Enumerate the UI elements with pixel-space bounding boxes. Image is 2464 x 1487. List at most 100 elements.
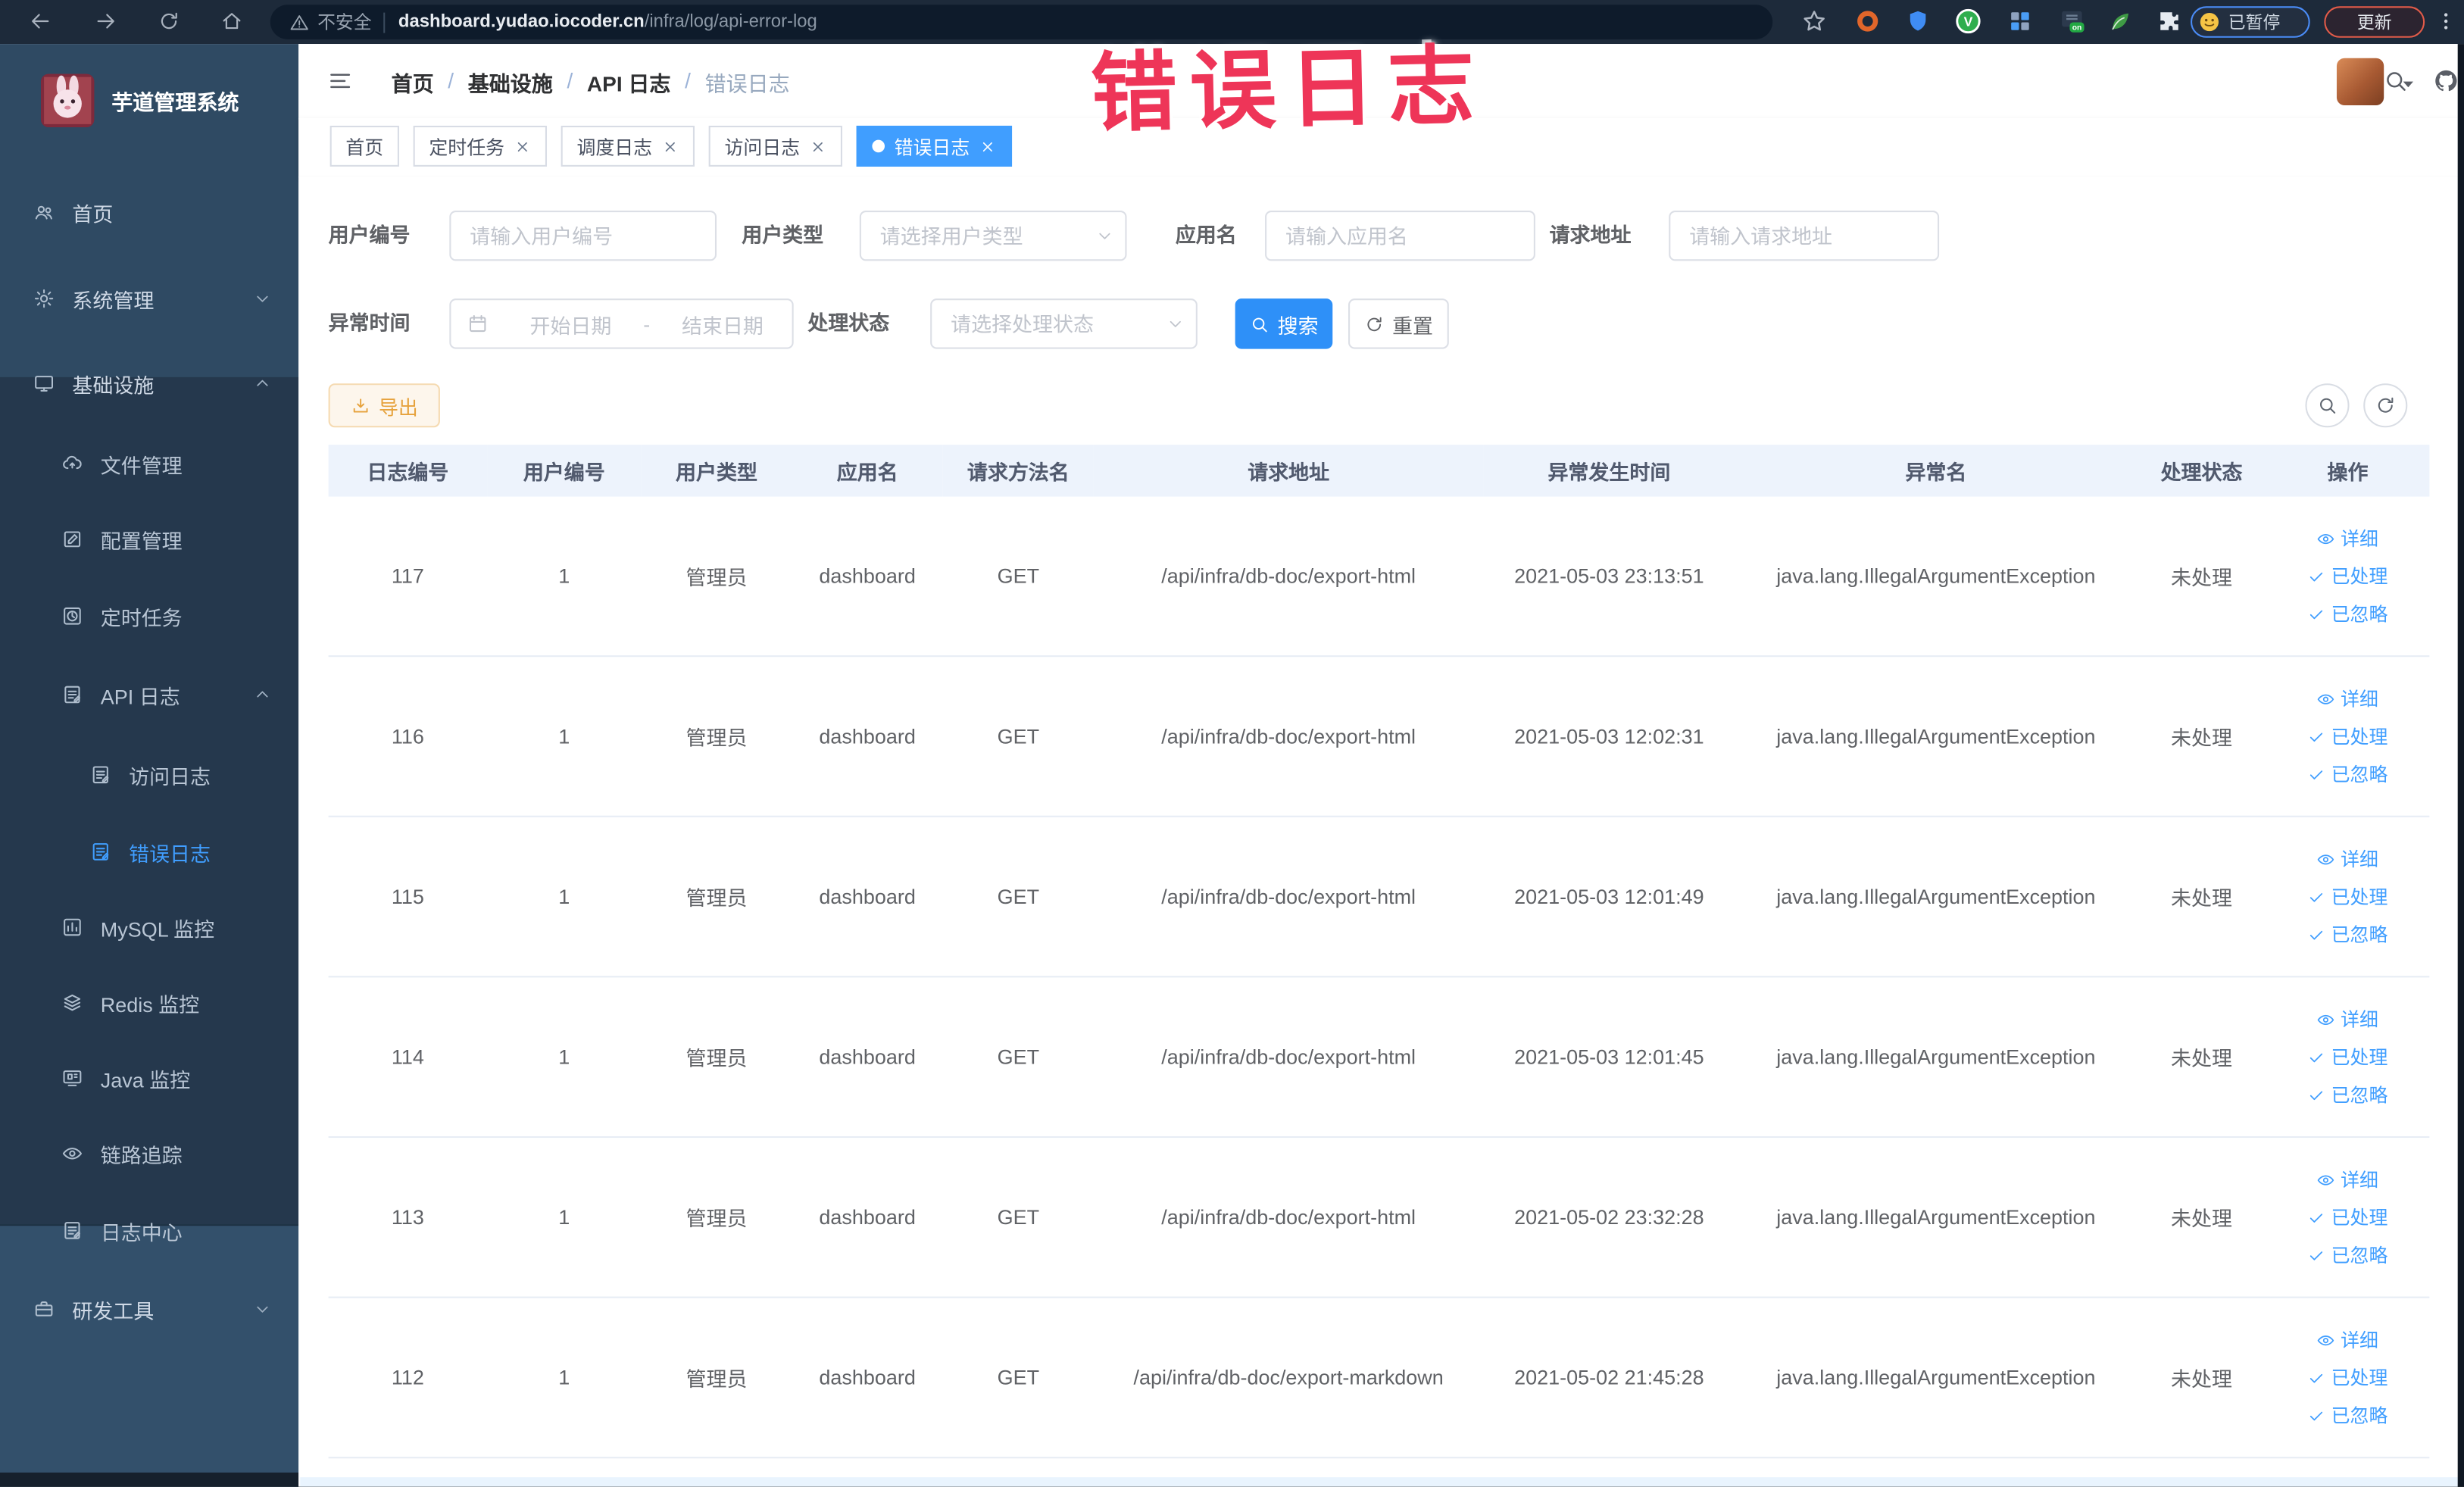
action-link-ignored[interactable]: 已忽略: [2308, 761, 2387, 787]
check-icon: [2308, 1406, 2327, 1425]
action-link-ignored[interactable]: 已忽略: [2308, 1242, 2387, 1268]
monitor-icon: [33, 373, 55, 395]
sidebar-item-2[interactable]: 系统管理: [0, 267, 298, 330]
sidebar-item-label: 系统管理: [72, 288, 155, 312]
action-link-detail[interactable]: 详细: [2317, 1326, 2378, 1353]
browser-reload-icon[interactable]: [157, 9, 180, 33]
tab-4[interactable]: 访问日志: [708, 125, 843, 167]
action-link-processed[interactable]: 已处理: [2308, 1204, 2387, 1230]
sidebar-logo[interactable]: 芋道管理系统: [0, 57, 298, 145]
sidebar-item-6[interactable]: 定时任务: [0, 585, 298, 648]
bookmark-star-icon[interactable]: [1801, 8, 1828, 34]
sidebar-item-12[interactable]: Java 监控: [0, 1047, 298, 1110]
sidebar-item-1[interactable]: 首页: [0, 181, 298, 244]
sidebar-item-3[interactable]: 基础设施: [0, 352, 298, 415]
tab-1[interactable]: 首页: [329, 125, 399, 167]
action-link-processed[interactable]: 已处理: [2308, 563, 2387, 589]
start-date-placeholder: 开始日期: [529, 313, 612, 338]
sidebar-item-8[interactable]: 访问日志: [0, 743, 298, 806]
sidebar-item-9[interactable]: 错误日志: [0, 820, 298, 883]
close-icon[interactable]: [810, 138, 827, 155]
reset-button[interactable]: 重置: [1348, 298, 1449, 349]
github-icon[interactable]: [2433, 67, 2459, 94]
sidebar-item-label: 研发工具: [72, 1298, 155, 1323]
action-link-processed[interactable]: 已处理: [2308, 1044, 2387, 1070]
ext-green-v-icon[interactable]: V: [1955, 8, 1982, 34]
app-name-input[interactable]: [1265, 210, 1535, 261]
tab-5[interactable]: 错误日志: [856, 125, 1013, 167]
user-id-input[interactable]: [449, 210, 717, 261]
sidebar-item-label: 配置管理: [100, 529, 183, 553]
close-icon[interactable]: [979, 138, 997, 155]
sidebar-item-11[interactable]: Redis 监控: [0, 971, 298, 1034]
profile-paused-pill[interactable]: 已暂停: [2191, 6, 2310, 38]
user-avatar[interactable]: [2336, 58, 2384, 105]
extensions-puzzle-icon[interactable]: [2156, 8, 2182, 34]
toolbox-icon: [33, 1298, 55, 1320]
table-cell: /api/infra/db-doc/export-html: [1161, 724, 1416, 748]
chart-icon: [61, 917, 83, 939]
status-select[interactable]: [930, 298, 1198, 349]
ext-orange-ring-icon[interactable]: [1854, 8, 1881, 34]
refresh-button[interactable]: [2363, 383, 2408, 428]
action-link-ignored[interactable]: 已忽略: [2308, 601, 2387, 627]
tags-view-bar: 首页 定时任务 调度日志 访问日志 错误日志: [298, 117, 2458, 178]
action-link-ignored[interactable]: 已忽略: [2308, 921, 2387, 948]
sidebar-item-14[interactable]: 日志中心: [0, 1199, 298, 1262]
action-link-detail[interactable]: 详细: [2317, 1166, 2378, 1192]
search-button[interactable]: 搜索: [1235, 298, 1333, 349]
table-cell: /api/infra/db-doc/export-html: [1161, 1205, 1416, 1229]
breadcrumb-item-1[interactable]: 首页: [392, 65, 434, 96]
action-link-processed[interactable]: 已处理: [2308, 883, 2387, 910]
stack-icon: [61, 992, 83, 1014]
toggle-search-button[interactable]: [2305, 383, 2350, 428]
browser-update-button[interactable]: 更新: [2324, 6, 2425, 38]
action-link-detail[interactable]: 详细: [2317, 845, 2378, 872]
breadcrumb-item-3[interactable]: API 日志: [587, 65, 671, 96]
ext-green-leaf-icon[interactable]: [2107, 8, 2134, 34]
row-actions: 详细 已处理 已忽略: [2266, 1138, 2430, 1297]
action-link-detail[interactable]: 详细: [2317, 525, 2378, 551]
user-type-select[interactable]: [859, 210, 1127, 261]
sidebar-item-15[interactable]: 研发工具: [0, 1278, 298, 1341]
update-label: 更新: [2356, 14, 2392, 33]
action-link-detail[interactable]: 详细: [2317, 1006, 2378, 1032]
java-icon: [61, 1067, 83, 1089]
svg-text:V: V: [1964, 14, 1973, 30]
action-link-detail[interactable]: 详细: [2317, 686, 2378, 712]
close-icon[interactable]: [514, 138, 531, 155]
action-link-ignored[interactable]: 已忽略: [2308, 1402, 2387, 1429]
magnifier-icon: [2316, 395, 2338, 417]
hamburger-icon[interactable]: [327, 67, 354, 94]
doc-icon: [61, 683, 83, 705]
browser-back-icon[interactable]: [28, 9, 52, 33]
sidebar-item-5[interactable]: 配置管理: [0, 508, 298, 570]
close-icon[interactable]: [662, 138, 679, 155]
sidebar-item-7[interactable]: API 日志: [0, 663, 298, 726]
tab-2[interactable]: 定时任务: [413, 125, 548, 167]
sidebar-item-4[interactable]: 文件管理: [0, 433, 298, 495]
check-icon: [2308, 604, 2327, 623]
browser-forward-icon[interactable]: [94, 9, 117, 33]
ext-on-switch-icon[interactable]: on: [2059, 8, 2085, 34]
address-bar[interactable]: 不安全 dashboard.yudao.iocoder.cn/infra/log…: [270, 5, 1773, 39]
action-link-processed[interactable]: 已处理: [2308, 723, 2387, 749]
table-cell: java.lang.IllegalArgumentException: [1776, 564, 2096, 588]
ext-blue-shield-icon[interactable]: [1904, 8, 1931, 34]
browser-menu-icon[interactable]: [2434, 9, 2458, 33]
sidebar-item-13[interactable]: 链路追踪: [0, 1122, 298, 1185]
action-link-ignored[interactable]: 已忽略: [2308, 1081, 2387, 1107]
export-button[interactable]: 导出: [328, 383, 440, 428]
sidebar-item-10[interactable]: MySQL 监控: [0, 896, 298, 959]
breadcrumb-item-2[interactable]: 基础设施: [468, 65, 553, 96]
tab-3[interactable]: 调度日志: [561, 125, 695, 167]
action-link-processed[interactable]: 已处理: [2308, 1364, 2387, 1391]
browser-home-icon[interactable]: [220, 9, 243, 33]
request-url-input[interactable]: [1669, 210, 1940, 261]
date-range-picker[interactable]: 开始日期 - 结束日期: [449, 298, 794, 349]
screen: 不安全 dashboard.yudao.iocoder.cn/infra/log…: [0, 0, 2464, 1487]
filter-label-app-name: 应用名: [1175, 223, 1237, 247]
filter-label-user-type: 用户类型: [742, 223, 824, 247]
avatar-caret-icon[interactable]: [2400, 76, 2417, 93]
ext-grid-icon[interactable]: [2006, 8, 2033, 34]
